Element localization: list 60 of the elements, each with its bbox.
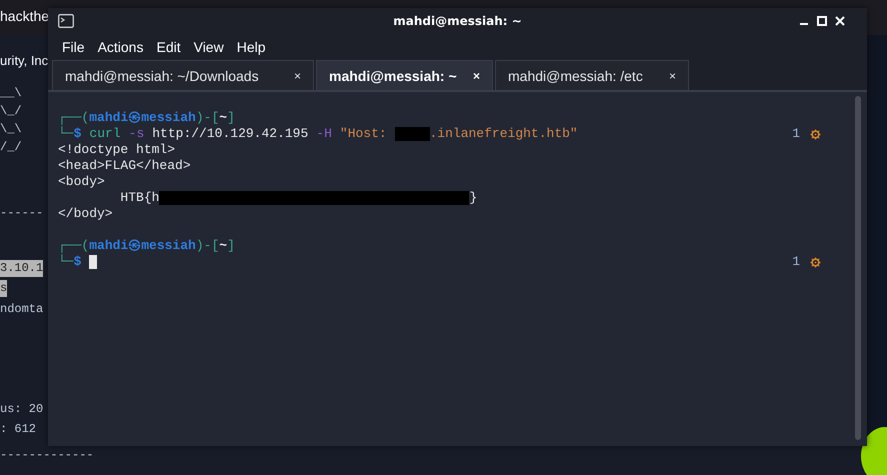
output-text: </body> <box>58 206 113 222</box>
command-text: "Host: <box>340 126 388 142</box>
prompt-text: └─ <box>58 254 74 270</box>
terminal-text: 3.10.1 <box>0 260 44 277</box>
prompt-text: )-[ <box>196 110 220 126</box>
prompt-directory: ~ <box>219 238 228 254</box>
gear-icon <box>810 128 821 140</box>
terminal-text: ------ <box>0 205 44 222</box>
menu-item[interactable]: View <box>194 39 224 55</box>
prompt-text: ┌──( <box>58 110 90 126</box>
bookmark-link[interactable]: urity, Inc. <box>0 52 52 68</box>
menu-item[interactable]: Help <box>236 39 266 55</box>
close-icon[interactable] <box>835 16 845 26</box>
prompt-text: ] <box>227 110 235 126</box>
command-text: http://10.129.42.195 <box>152 126 308 142</box>
status-count: 1 <box>792 254 800 270</box>
command-text: -H <box>316 126 332 142</box>
tab-close-button[interactable]: × <box>294 68 301 82</box>
terminal-tab[interactable]: mahdi@messiah: /etc × <box>495 60 689 90</box>
terminal-text: /_/ <box>0 139 22 156</box>
command-text: curl <box>89 126 121 142</box>
menu-item[interactable]: Edit <box>156 39 181 55</box>
gear-icon <box>810 256 821 268</box>
menu-item[interactable]: Actions <box>98 39 144 55</box>
status-count: 1 <box>792 126 800 142</box>
terminal-text: \_/ <box>0 103 22 120</box>
prompt-symbol: $ <box>74 126 82 142</box>
terminal-text: __\ <box>0 85 22 102</box>
terminal-text: ndomta <box>0 301 44 318</box>
prompt-text: )-[ <box>196 238 220 254</box>
menu-item[interactable]: File <box>62 39 85 55</box>
scrollbar[interactable] <box>855 96 861 440</box>
prompt-directory: ~ <box>219 110 228 126</box>
command-text: -s <box>128 126 144 142</box>
maximize-icon[interactable] <box>817 16 827 26</box>
output-text: <body> <box>58 174 105 190</box>
prompt-user: mahdi㉿messiah <box>89 238 196 254</box>
prompt-text: ┌──( <box>58 238 90 254</box>
prompt-text: ] <box>227 238 235 254</box>
terminal-text: ------------- <box>0 447 94 464</box>
output-text: } <box>469 190 478 206</box>
terminal-text: \_\ <box>0 121 22 138</box>
prompt-symbol: $ <box>74 254 82 270</box>
redaction-bar <box>394 127 430 141</box>
url-text[interactable]: hackthe <box>0 8 50 28</box>
prompt-user: mahdi㉿messiah <box>89 110 196 126</box>
terminal-tab[interactable]: mahdi@messiah: ~/Downloads × <box>52 60 314 90</box>
tab-close-button[interactable]: × <box>668 68 676 82</box>
window-title: mahdi@messiah: ~ <box>393 14 522 28</box>
output-text: <head>FLAG</head> <box>58 158 191 174</box>
terminal-text: : 612 <box>0 421 36 438</box>
terminal-text: s <box>0 280 8 297</box>
output-text: HTB{h <box>119 190 160 206</box>
command-text: .inlanefreight.htb" <box>430 126 578 142</box>
terminal-tab[interactable]: mahdi@messiah: ~ × <box>316 60 493 90</box>
output-text: <!doctype html> <box>58 142 176 158</box>
terminal-icon <box>58 14 74 28</box>
terminal-text: us: 20 <box>0 401 44 418</box>
tab-close-button[interactable]: × <box>472 68 480 82</box>
prompt-text: └─ <box>58 126 74 142</box>
